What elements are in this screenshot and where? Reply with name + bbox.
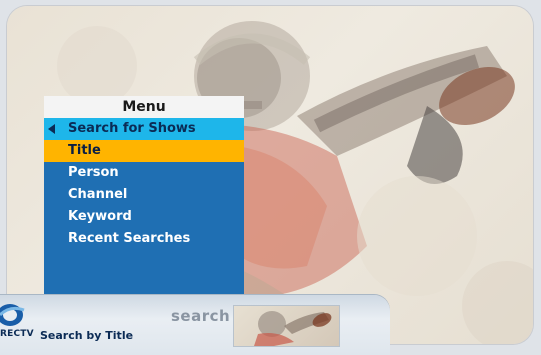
directv-logo-icon bbox=[0, 304, 25, 326]
menu-item-channel[interactable]: Channel bbox=[44, 184, 244, 206]
back-arrow-icon[interactable] bbox=[48, 124, 55, 134]
search-mode-label: search bbox=[171, 307, 231, 325]
menu-item-keyword[interactable]: Keyword bbox=[44, 206, 244, 228]
section-label: Search for Shows bbox=[68, 121, 196, 136]
section-bar-search-for-shows[interactable]: Search for Shows bbox=[44, 118, 244, 140]
search-by-title-label: Search by Title bbox=[40, 329, 134, 342]
preview-thumbnail bbox=[233, 305, 340, 347]
logo-text: RECTV bbox=[0, 329, 34, 339]
menu-title: Menu bbox=[44, 96, 244, 118]
menu-item-person[interactable]: Person bbox=[44, 162, 244, 184]
menu-item-title[interactable]: Title bbox=[44, 140, 244, 162]
thumbnail-artwork bbox=[254, 311, 332, 346]
info-panel: RECTV Search by Title search bbox=[0, 295, 390, 355]
menu-item-recent-searches[interactable]: Recent Searches bbox=[44, 228, 244, 250]
tv-screen: Menu Search for Shows Title Person Chann… bbox=[7, 6, 533, 344]
